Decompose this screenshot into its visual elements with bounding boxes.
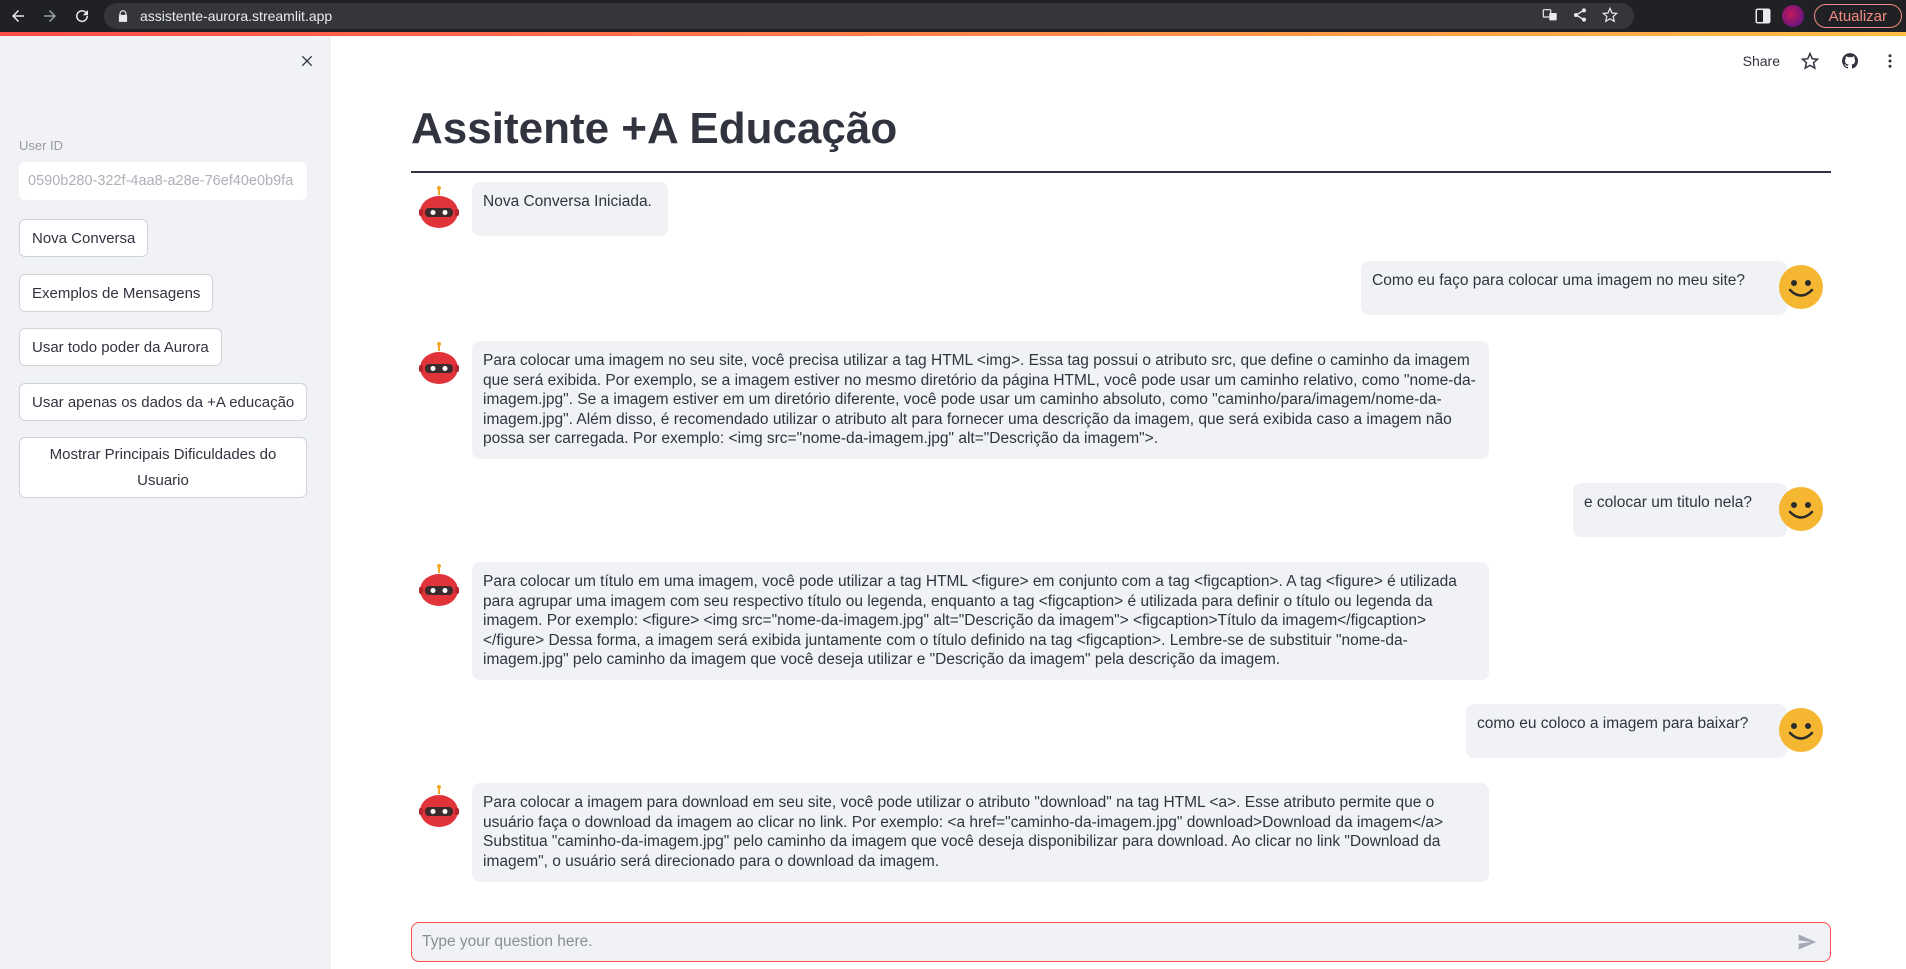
message-text: como eu coloco a imagem para baixar? <box>1466 704 1787 758</box>
share-icon[interactable] <box>1572 7 1588 23</box>
title-divider <box>411 171 1831 173</box>
message-text: Nova Conversa Iniciada. <box>472 182 668 236</box>
chat-input[interactable] <box>412 923 1790 961</box>
message-text: Como eu faço para colocar uma imagem no … <box>1361 261 1787 315</box>
message-text: Para colocar um título em uma imagem, vo… <box>472 562 1489 680</box>
back-button[interactable] <box>4 2 32 30</box>
star-icon[interactable] <box>1602 7 1618 23</box>
url-text: assistente-aurora.streamlit.app <box>140 8 333 24</box>
update-button[interactable]: Atualizar <box>1813 4 1902 28</box>
more-vert-icon[interactable] <box>1880 51 1900 71</box>
page-title: Assitente +A Educação <box>411 104 898 153</box>
browser-toolbar: assistente-aurora.streamlit.app Atualiza… <box>0 0 1906 32</box>
message-text: Para colocar uma imagem no seu site, voc… <box>472 341 1489 459</box>
sidebar: User ID Nova Conversa Exemplos de Mensag… <box>0 36 331 969</box>
robot-avatar-icon <box>419 785 459 827</box>
app-toolbar: Share <box>1743 46 1906 76</box>
share-button[interactable]: Share <box>1743 53 1780 69</box>
reload-icon <box>76 10 89 23</box>
show-difficulties-button[interactable]: Mostrar Principais Dificuldades do Usuar… <box>19 437 307 498</box>
translate-icon[interactable] <box>1542 7 1558 23</box>
main-area: Share Assitente +A Educação Nova Convers… <box>331 36 1906 969</box>
reload-button[interactable] <box>68 2 96 30</box>
message-examples-button[interactable]: Exemplos de Mensagens <box>19 274 214 312</box>
robot-avatar-icon <box>419 186 459 228</box>
userid-field[interactable] <box>19 162 307 200</box>
smiley-avatar-icon <box>1779 708 1823 752</box>
arrow-left-icon <box>12 10 24 22</box>
address-bar[interactable]: assistente-aurora.streamlit.app <box>104 3 1634 29</box>
side-panel-icon[interactable] <box>1754 7 1772 25</box>
arrow-right-icon <box>44 10 56 22</box>
forward-button[interactable] <box>36 2 64 30</box>
lock-icon <box>118 10 128 22</box>
robot-avatar-icon <box>419 564 459 606</box>
close-icon[interactable] <box>296 50 318 72</box>
userid-label: User ID <box>19 138 64 153</box>
smiley-avatar-icon <box>1779 487 1823 531</box>
full-power-button[interactable]: Usar todo poder da Aurora <box>19 328 222 366</box>
send-icon[interactable] <box>1790 925 1824 959</box>
only-data-button[interactable]: Usar apenas os dados da +A educação <box>19 383 308 421</box>
new-conversation-button[interactable]: Nova Conversa <box>19 219 149 257</box>
robot-avatar-icon <box>419 342 459 384</box>
message-text: e colocar um titulo nela? <box>1573 483 1787 537</box>
star-icon[interactable] <box>1800 51 1820 71</box>
chat-input-container <box>411 922 1831 962</box>
profile-avatar[interactable] <box>1781 5 1804 27</box>
smiley-avatar-icon <box>1779 265 1823 309</box>
message-text: Para colocar a imagem para download em s… <box>472 783 1489 882</box>
github-icon[interactable] <box>1840 51 1860 71</box>
